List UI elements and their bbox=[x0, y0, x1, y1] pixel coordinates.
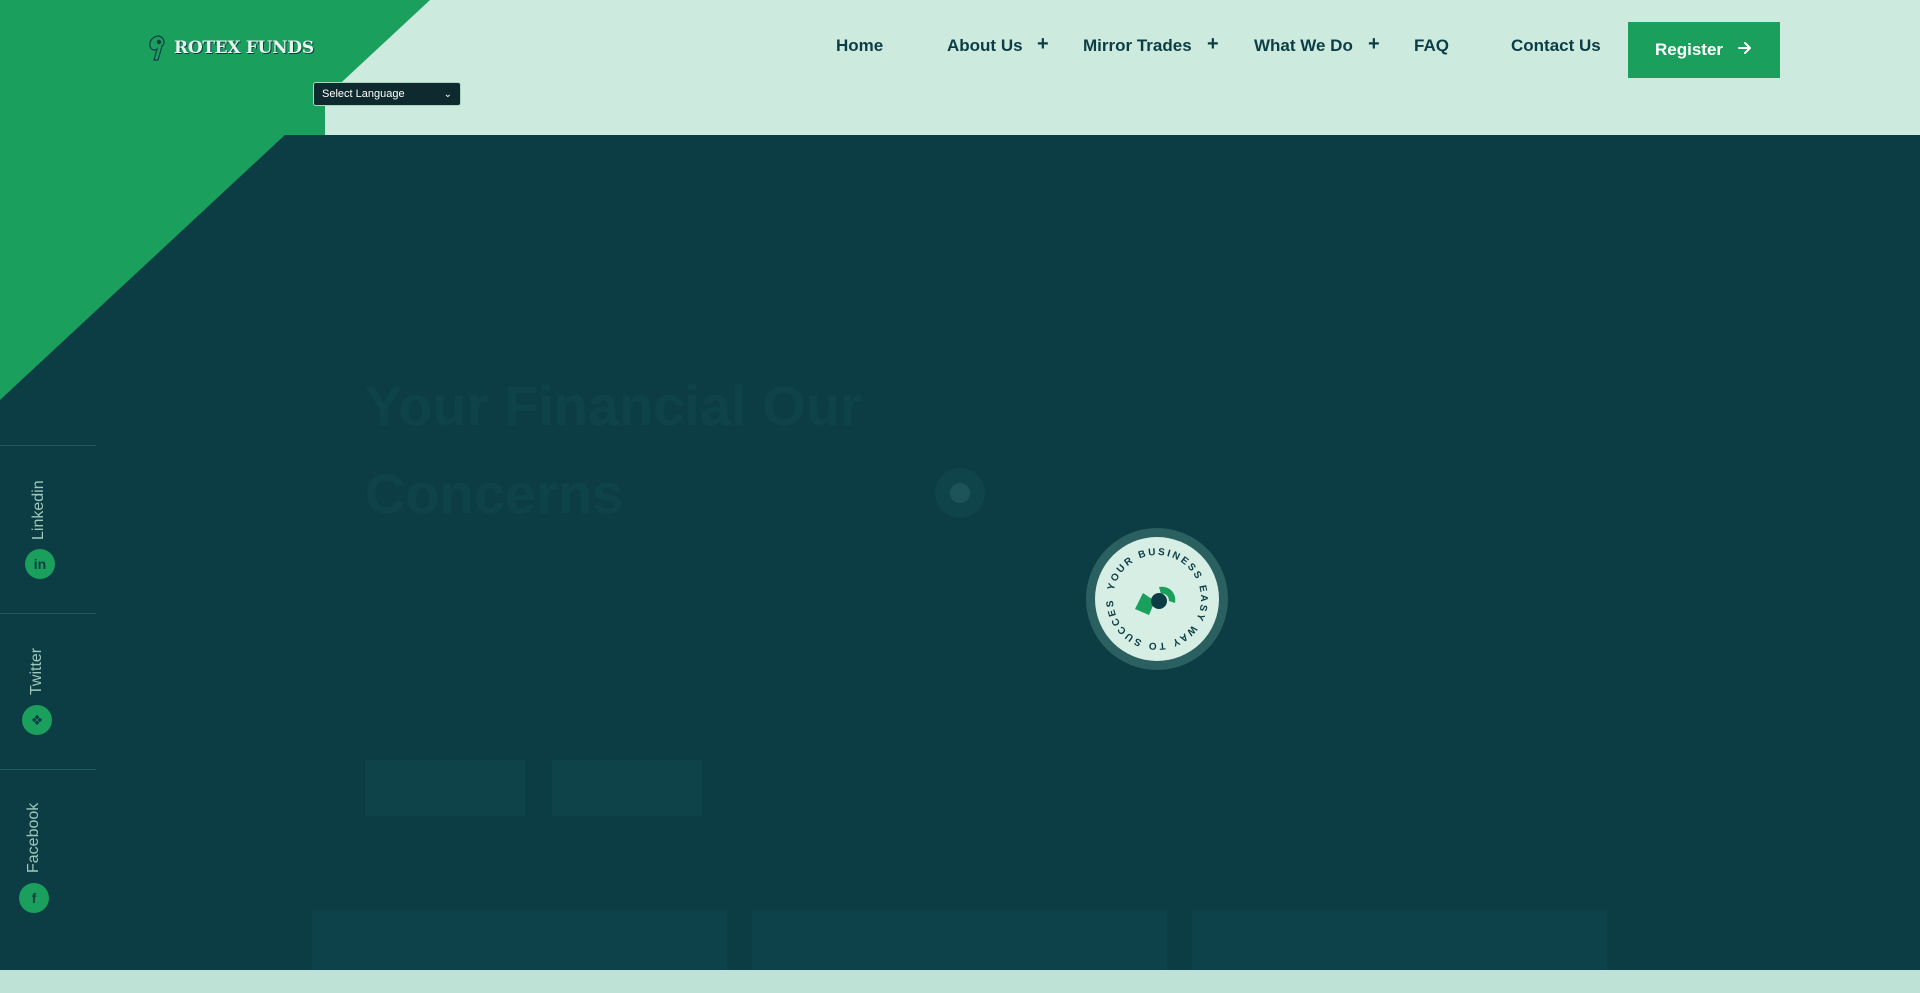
what-we-do-expand-icon[interactable]: + bbox=[1368, 33, 1380, 56]
logo-mark-icon bbox=[145, 34, 171, 62]
hero-primary-button[interactable] bbox=[365, 760, 525, 816]
social-label-linkedin: Linkedin bbox=[30, 480, 47, 540]
mirror-trades-expand-icon[interactable]: + bbox=[1207, 33, 1219, 56]
preloader: YOUR BUSINESS EASY WAY TO SUCCESS bbox=[1086, 528, 1228, 670]
hero-decor-dot bbox=[935, 468, 985, 518]
language-select[interactable]: Select Language ⌄ bbox=[313, 82, 461, 106]
nav-item-contact-us[interactable]: Contact Us bbox=[1511, 36, 1601, 56]
register-button[interactable]: Register bbox=[1628, 22, 1780, 78]
feature-card bbox=[1192, 910, 1607, 970]
feature-card bbox=[312, 910, 727, 970]
social-link-linkedin[interactable]: Linkedin in bbox=[0, 445, 96, 613]
social-label-facebook: Facebook bbox=[25, 802, 42, 873]
social-divider bbox=[0, 445, 96, 446]
social-label-twitter: Twitter bbox=[28, 647, 45, 695]
logo-text: ROTEX FUNDS bbox=[174, 38, 314, 58]
social-divider bbox=[0, 613, 96, 614]
preloader-ring-text: YOUR BUSINESS EASY WAY TO SUCCESS bbox=[1095, 537, 1209, 651]
twitter-icon: ❖ bbox=[22, 705, 52, 735]
social-divider bbox=[0, 769, 96, 770]
arrow-right-icon bbox=[1737, 40, 1753, 61]
chevron-down-icon: ⌄ bbox=[443, 88, 452, 100]
nav-item-mirror-trades[interactable]: Mirror Trades bbox=[1083, 36, 1192, 56]
facebook-icon: f bbox=[19, 883, 49, 913]
bottom-strip bbox=[0, 970, 1920, 993]
language-select-value: Select Language bbox=[322, 88, 405, 100]
nav-item-faq[interactable]: FAQ bbox=[1414, 36, 1449, 56]
nav-item-what-we-do[interactable]: What We Do bbox=[1254, 36, 1353, 56]
preloader-ring-svg: YOUR BUSINESS EASY WAY TO SUCCESS bbox=[1095, 537, 1209, 651]
nav-item-about-us[interactable]: About Us bbox=[947, 36, 1023, 56]
nav-item-home[interactable]: Home bbox=[836, 36, 883, 56]
social-link-twitter[interactable]: Twitter ❖ bbox=[0, 613, 96, 769]
hero-secondary-button[interactable] bbox=[552, 760, 702, 816]
register-button-label: Register bbox=[1654, 40, 1724, 59]
linkedin-icon: in bbox=[25, 549, 55, 579]
feature-card bbox=[752, 910, 1167, 970]
preloader-center-dot bbox=[1151, 593, 1167, 609]
social-link-facebook[interactable]: Facebook f bbox=[0, 769, 96, 939]
site-logo[interactable]: ROTEX FUNDS bbox=[145, 34, 314, 62]
hero-headline: Your Financial Our Concerns bbox=[365, 374, 862, 525]
about-us-expand-icon[interactable]: + bbox=[1037, 33, 1049, 56]
preloader-badge: YOUR BUSINESS EASY WAY TO SUCCESS bbox=[1095, 537, 1219, 661]
